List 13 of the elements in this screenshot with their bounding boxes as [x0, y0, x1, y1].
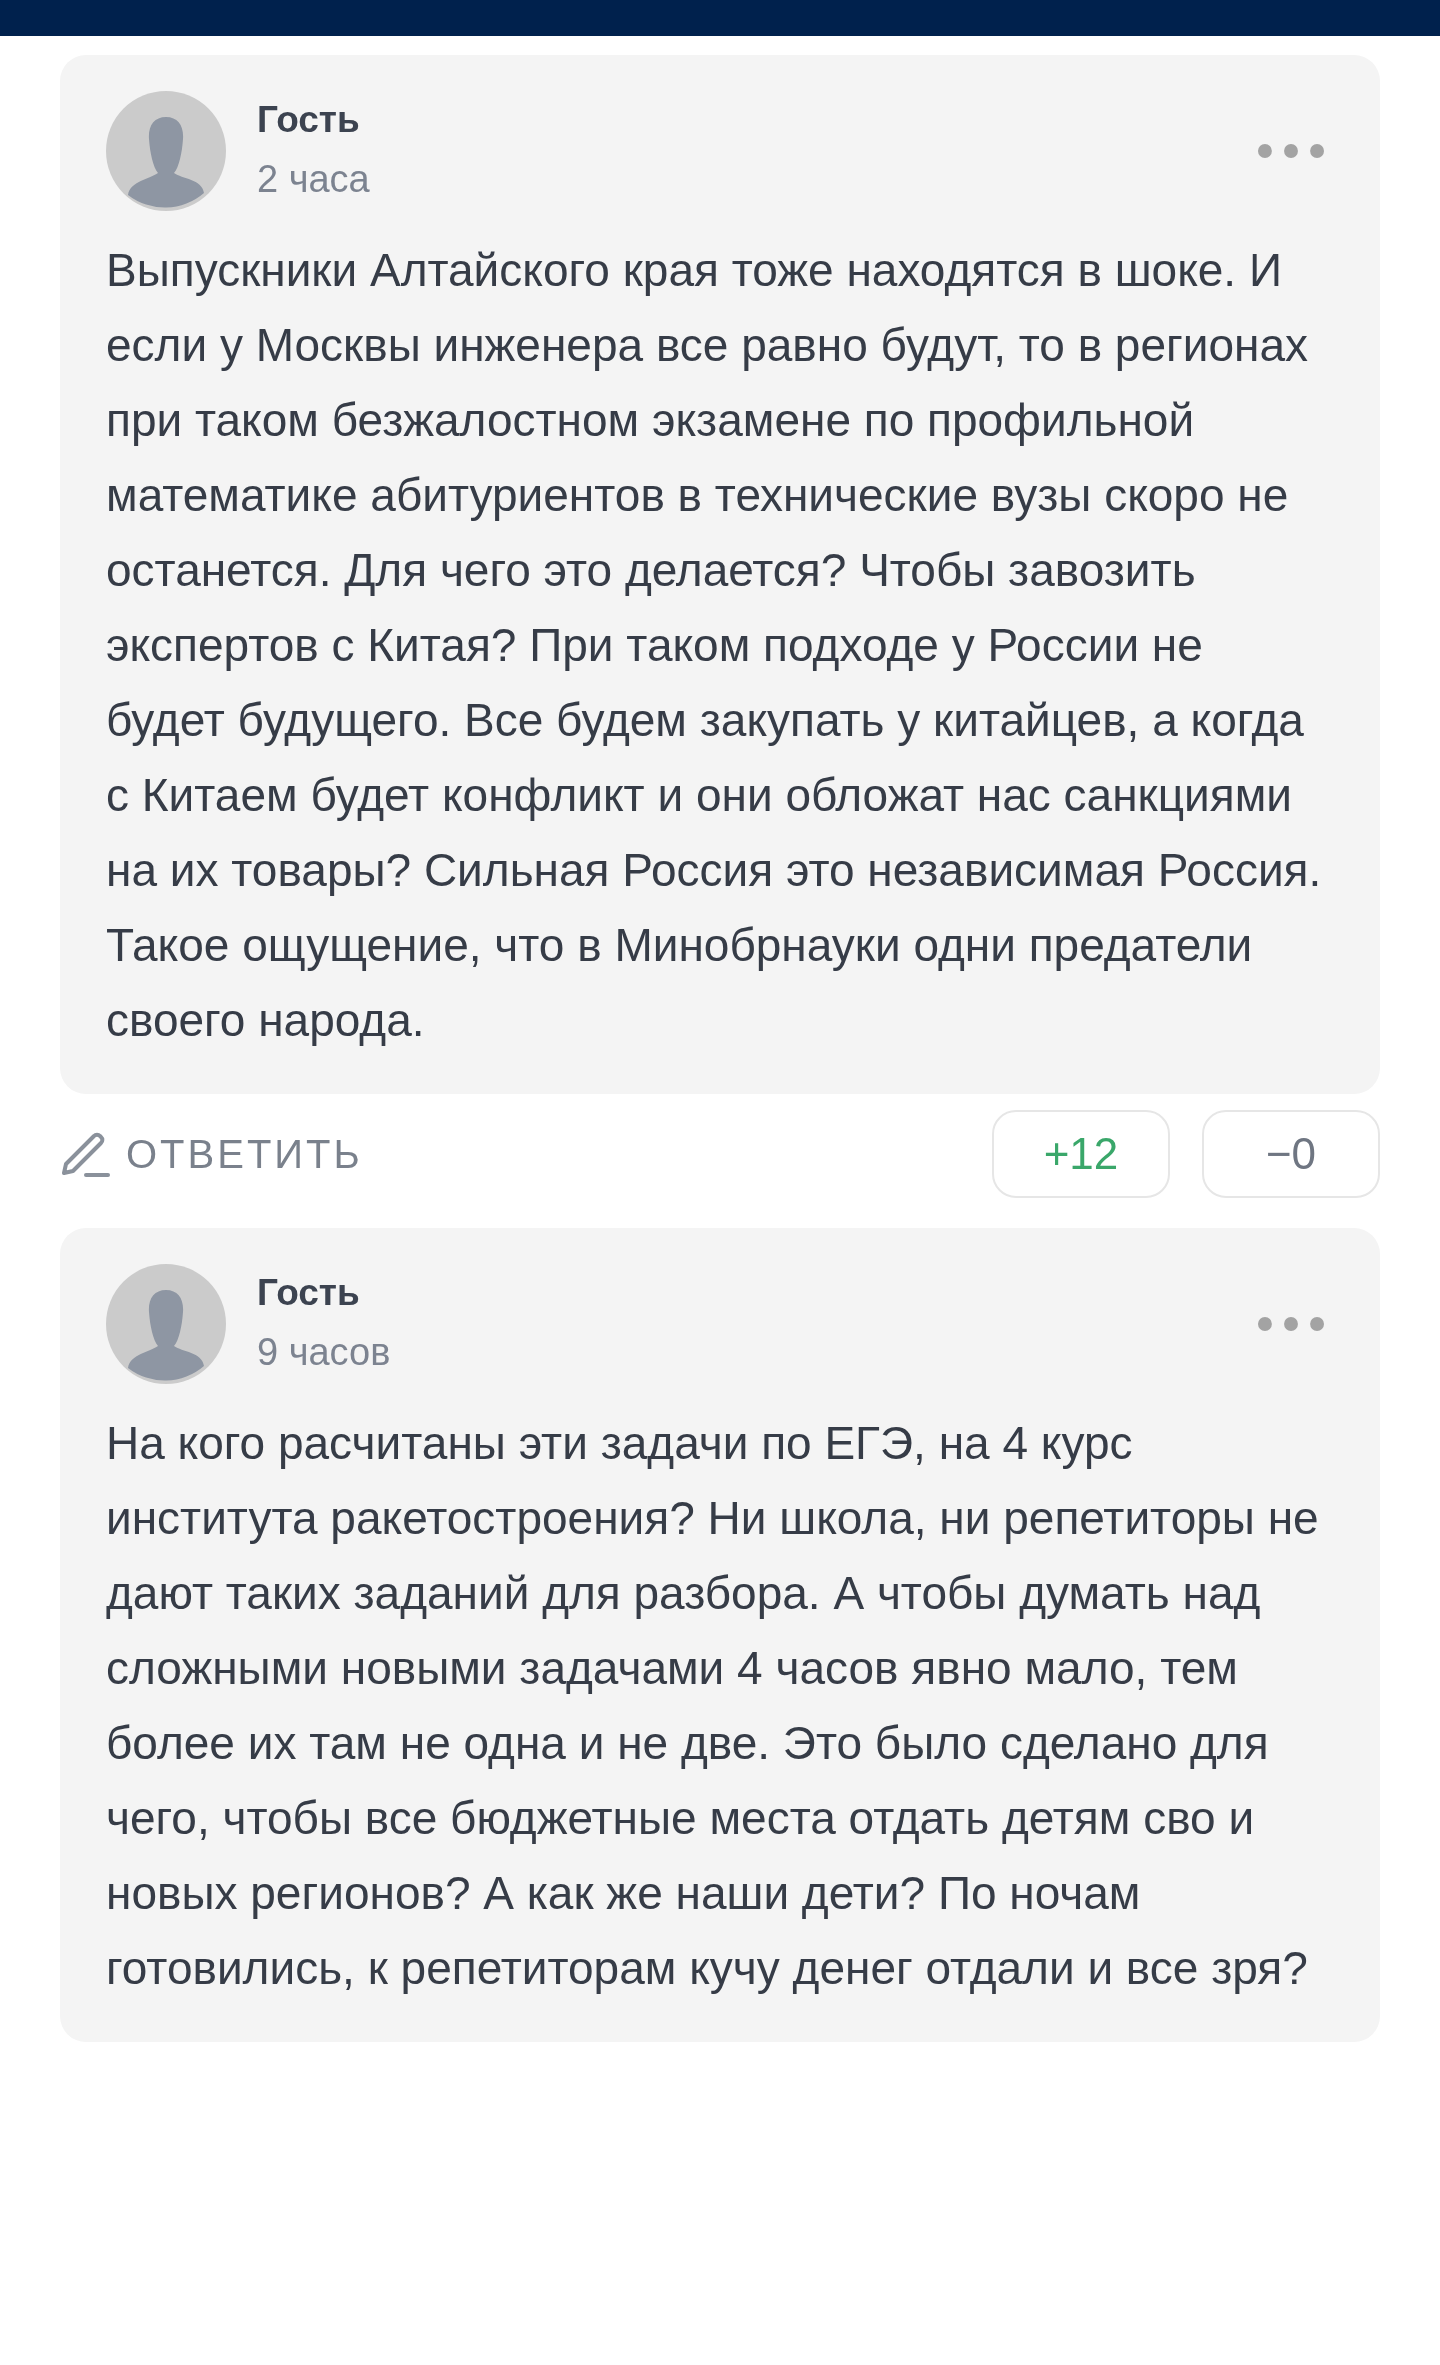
comment-text: На кого расчитаны эти задачи по ЕГЭ, на 4 курс института ракетостроения? Ни школа, ни репетиторы не дают таких заданий для разбора. А чтобы думать над сложными новыми задачами 4 часов явно мало, тем более их там не одна и не две. Это было сделано для чего, чтобы все бюджетные места отдать детям сво и новых регионов? А как же наши дети? По ночам готовились, к репетиторам кучу денег отдали и все зря?: [106, 1416, 1320, 1996]
more-icon[interactable]: [1258, 1317, 1324, 1331]
author-name: Гость: [257, 1271, 361, 1315]
downvote-button[interactable]: −0: [1202, 1110, 1380, 1198]
comment-time: 2 часа: [257, 157, 371, 202]
reply-button[interactable]: ОТВЕТИТЬ: [60, 1129, 363, 1179]
comment-time: 9 часов: [257, 1330, 392, 1375]
avatar-icon: [106, 91, 226, 211]
more-icon[interactable]: [1258, 144, 1324, 158]
comment-text: Выпускники Алтайского края тоже находятся в шоке. И если у Москвы инженера все равно будут, то в регионах при таком безжалостном экзамене по профильной математике абитуриентов в технические вузы скоро не останется. Для чего это делается? Чтобы завозить экспертов с Китая? При таком подходе у России не будет будущего. Все будем закупать у китайцев, а когда с Китаем будет конфликт и они обложат нас санкциями на их товары? Сильная Россия это независимая Россия. Такое ощущение, что в Минобрнауки одни предатели своего народа.: [106, 243, 1323, 1048]
avatar-icon: [106, 1264, 226, 1384]
upvote-button[interactable]: +12: [992, 1110, 1170, 1198]
author-name: Гость: [257, 98, 361, 142]
